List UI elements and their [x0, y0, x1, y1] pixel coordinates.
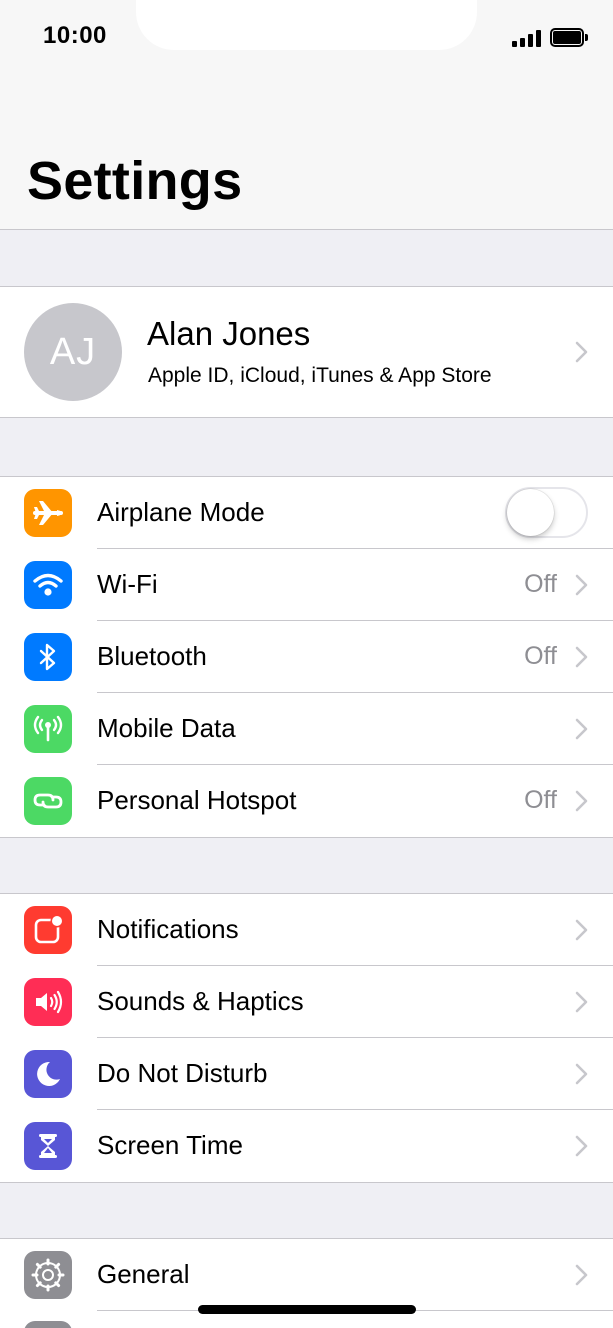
status-time: 10:00 — [43, 22, 107, 49]
airplane-icon — [24, 489, 72, 537]
row-label: Mobile Data — [97, 713, 236, 743]
profile-group: AJ Alan Jones Apple ID, iCloud, iTunes &… — [0, 286, 613, 418]
row-label: Airplane Mode — [97, 497, 265, 527]
toggle-knob — [507, 489, 554, 536]
battery-icon — [550, 28, 588, 47]
system-group: General — [0, 1238, 613, 1328]
chevron-right-icon — [575, 790, 588, 812]
avatar: AJ — [24, 303, 122, 401]
row-do-not-disturb[interactable]: Do Not Disturb — [0, 1038, 613, 1110]
row-personal-hotspot[interactable]: Personal Hotspot Off — [0, 765, 613, 837]
row-value: Off — [524, 786, 557, 814]
profile-name: Alan Jones — [147, 315, 311, 352]
row-general[interactable]: General — [0, 1239, 613, 1311]
row-value: Off — [524, 642, 557, 670]
profile-row[interactable]: AJ Alan Jones Apple ID, iCloud, iTunes &… — [0, 287, 613, 417]
home-indicator[interactable] — [198, 1305, 416, 1314]
page-title: Settings — [27, 151, 243, 211]
chevron-right-icon — [575, 919, 588, 941]
row-airplane-mode[interactable]: Airplane Mode — [0, 477, 613, 549]
row-value: Off — [524, 570, 557, 598]
row-sounds-haptics[interactable]: Sounds & Haptics — [0, 966, 613, 1038]
row-screen-time[interactable]: Screen Time — [0, 1110, 613, 1182]
speaker-icon — [24, 978, 72, 1026]
chevron-right-icon — [575, 646, 588, 668]
row-label: Bluetooth — [97, 641, 207, 671]
row-wifi[interactable]: Wi-Fi Off — [0, 549, 613, 621]
notch — [136, 0, 477, 50]
row-label: Screen Time — [97, 1130, 243, 1160]
header: 10:00 Settings — [0, 0, 613, 230]
row-label: Personal Hotspot — [97, 785, 297, 815]
row-mobile-data[interactable]: Mobile Data — [0, 693, 613, 765]
row-notifications[interactable]: Notifications — [0, 894, 613, 966]
cellular-signal-icon — [512, 30, 542, 47]
chevron-right-icon — [575, 1264, 588, 1286]
row-label: Wi-Fi — [97, 569, 158, 599]
next-row-icon — [24, 1321, 72, 1328]
notifications-icon — [24, 906, 72, 954]
hotspot-icon — [24, 777, 72, 825]
wifi-icon — [24, 561, 72, 609]
chevron-right-icon — [575, 991, 588, 1013]
airplane-mode-toggle[interactable] — [505, 487, 588, 538]
settings-screen: 10:00 Settings AJ Alan Jones Apple ID, i… — [0, 0, 613, 1328]
bluetooth-icon — [24, 633, 72, 681]
chevron-right-icon — [575, 1063, 588, 1085]
hourglass-icon — [24, 1122, 72, 1170]
row-label: Do Not Disturb — [97, 1058, 268, 1088]
row-label: Sounds & Haptics — [97, 986, 304, 1016]
gear-icon — [24, 1251, 72, 1299]
antenna-icon — [24, 705, 72, 753]
profile-subtitle: Apple ID, iCloud, iTunes & App Store — [148, 364, 492, 387]
row-label: General — [97, 1259, 190, 1289]
connectivity-group: Airplane Mode Wi-Fi Off Bluetooth Off Mo… — [0, 476, 613, 838]
chevron-right-icon — [575, 341, 588, 363]
row-bluetooth[interactable]: Bluetooth Off — [0, 621, 613, 693]
chevron-right-icon — [575, 1135, 588, 1157]
alerts-group: Notifications Sounds & Haptics Do Not Di… — [0, 893, 613, 1183]
row-label: Notifications — [97, 914, 239, 944]
chevron-right-icon — [575, 718, 588, 740]
chevron-right-icon — [575, 574, 588, 596]
moon-icon — [24, 1050, 72, 1098]
